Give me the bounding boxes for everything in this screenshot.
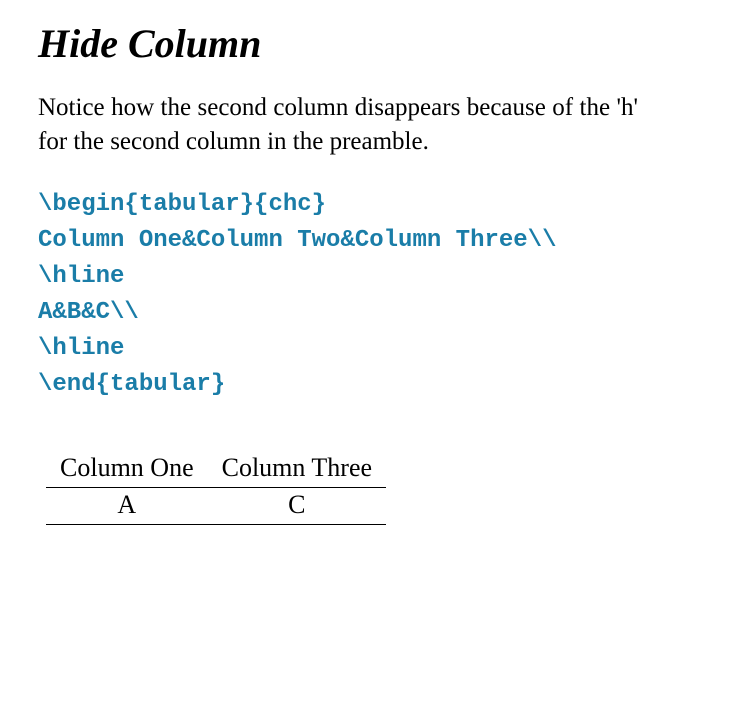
code-line: \hline: [38, 263, 124, 290]
output-table: Column One Column Three A C: [46, 451, 386, 525]
table-header-row: Column One Column Three: [46, 451, 386, 488]
table-header-cell: Column Three: [208, 451, 386, 488]
table-cell: A: [46, 487, 208, 524]
table-row: A C: [46, 487, 386, 524]
description-text: Notice how the second column disappears …: [38, 91, 638, 159]
code-line: \hline: [38, 335, 124, 362]
page-title: Hide Column: [38, 20, 702, 67]
table-cell: C: [208, 487, 386, 524]
table-header-cell: Column One: [46, 451, 208, 488]
code-line: \end{tabular}: [38, 371, 225, 398]
code-block: \begin{tabular}{chc} Column One&Column T…: [38, 187, 702, 403]
code-line: A&B&C\\: [38, 299, 139, 326]
code-line: \begin{tabular}{chc}: [38, 191, 326, 218]
code-line: Column One&Column Two&Column Three\\: [38, 227, 556, 254]
